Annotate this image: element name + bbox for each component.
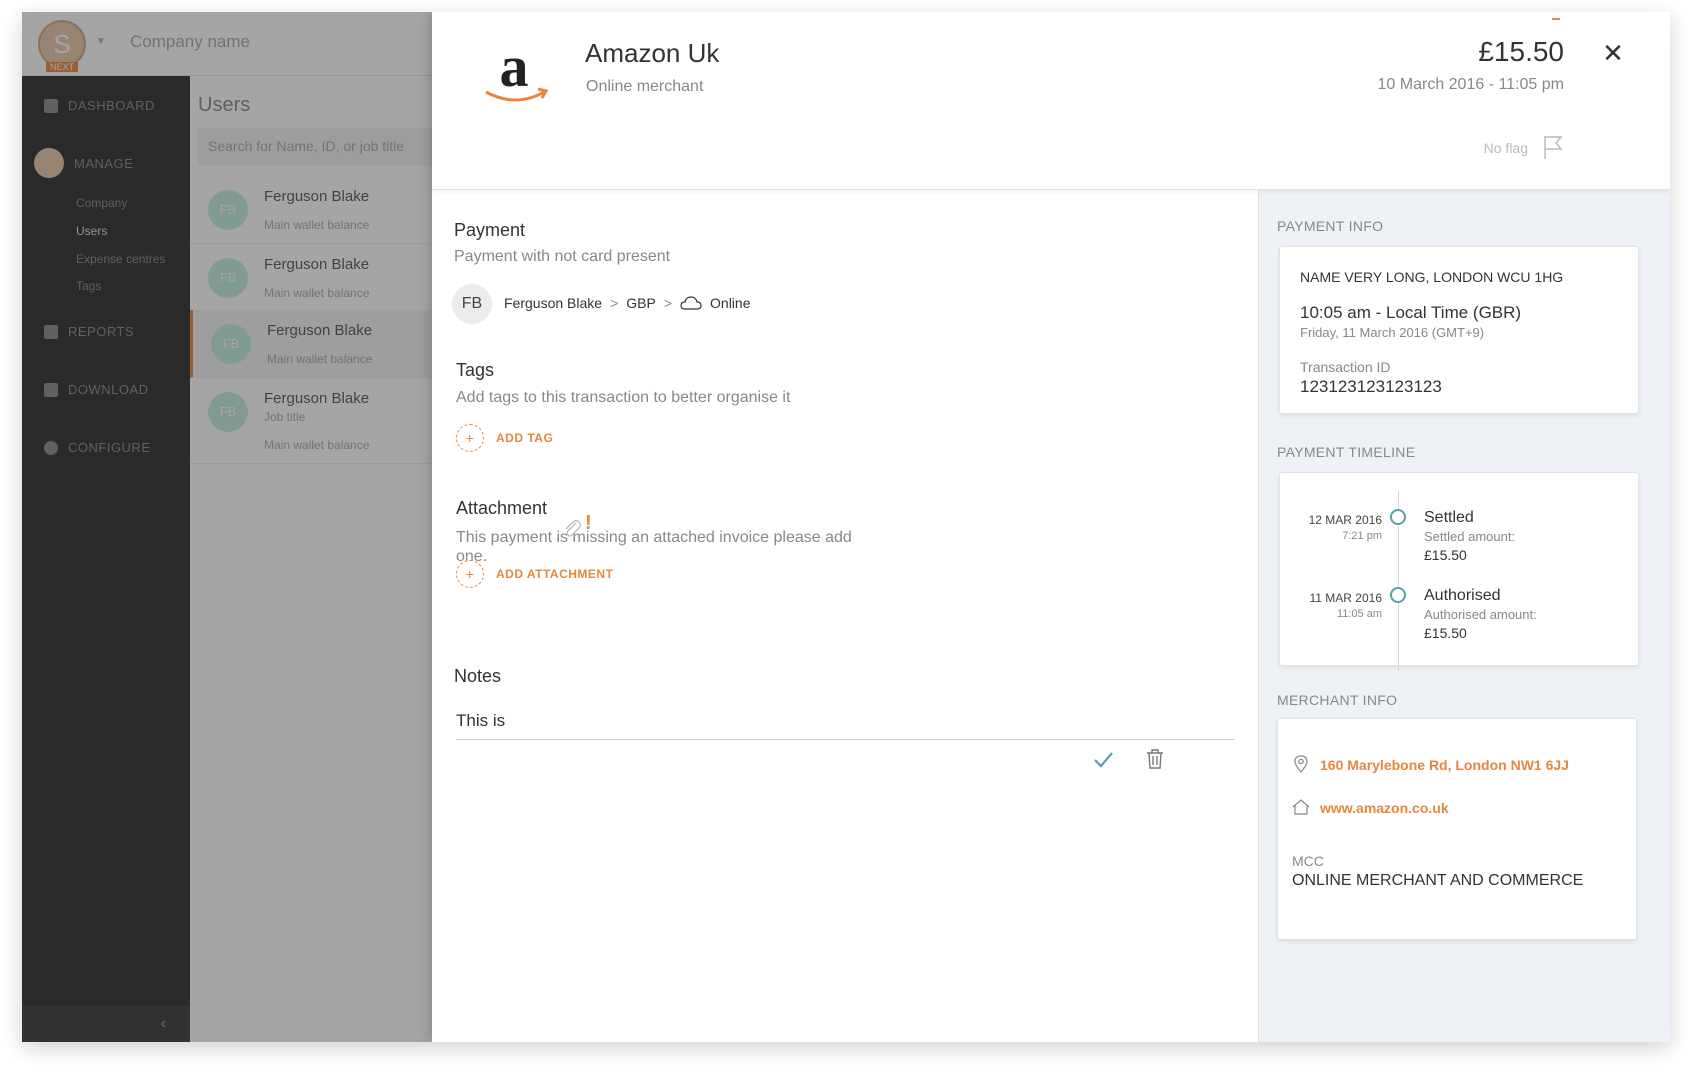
detail-header: a Amazon Uk Online merchant £15.50 10 Ma… — [432, 12, 1670, 190]
plus-icon: + — [456, 424, 484, 452]
mcc-label: MCC — [1292, 853, 1324, 869]
transaction-amount: £15.50 — [1478, 36, 1564, 67]
timeline-time: 7:21 pm — [1342, 530, 1382, 542]
payment-timeline-label: PAYMENT TIMELINE — [1277, 444, 1416, 460]
payment-info-name: NAME VERY LONG, LONDON WCU 1HG — [1300, 269, 1564, 285]
merchant-type: Online merchant — [586, 78, 704, 95]
tags-title: Tags — [456, 360, 495, 380]
transaction-detail-panel: a Amazon Uk Online merchant £15.50 10 Ma… — [432, 12, 1670, 1042]
timeline-amount-label: Settled amount: — [1424, 529, 1516, 544]
payment-info-card: NAME VERY LONG, LONDON WCU 1HG 10:05 am … — [1279, 246, 1639, 414]
mcc-value: ONLINE MERCHANT AND COMMERCE — [1292, 872, 1584, 889]
add-tag-label: ADD TAG — [496, 431, 554, 445]
notes-title: Notes — [454, 666, 502, 686]
transaction-id-label: Transaction ID — [1300, 359, 1391, 375]
timeline-date: 12 MAR 2016 — [1308, 513, 1382, 527]
transaction-id: 123123123123123 — [1300, 377, 1442, 396]
payment-timeline-card: 12 MAR 2016 7:21 pm Settled Settled amou… — [1279, 472, 1639, 671]
timeline-time: 11:05 am — [1336, 608, 1382, 620]
timeline-amount-label: Authorised amount: — [1424, 607, 1537, 622]
crumb-separator: > — [610, 295, 619, 311]
avatar: FB — [452, 284, 492, 324]
timeline-status: Authorised — [1424, 587, 1501, 604]
merchant-logo-letter: a — [499, 34, 529, 99]
location-pin-icon — [1294, 755, 1308, 773]
trash-icon[interactable] — [1144, 748, 1166, 770]
home-icon — [1292, 799, 1310, 815]
crumb-user[interactable]: Ferguson Blake — [504, 295, 602, 311]
timeline-amount: £15.50 — [1424, 625, 1467, 641]
tags-subtitle: Add tags to this transaction to better o… — [456, 389, 791, 406]
check-icon[interactable] — [1092, 748, 1114, 770]
crumb-separator: > — [663, 295, 673, 311]
modal-overlay[interactable] — [22, 12, 432, 1042]
background-app: S NEXT ▼ Company name DASHBOARD MANAGE C… — [22, 12, 438, 1042]
cloud-icon — [680, 296, 702, 310]
payment-date-line: Friday, 11 March 2016 (GMT+9) — [1300, 325, 1485, 340]
timeline-amount: £15.50 — [1424, 547, 1467, 563]
merchant-name: Amazon Uk — [585, 38, 720, 68]
payment-local-time: 10:05 am - Local Time (GBR) — [1300, 303, 1522, 322]
close-button[interactable]: ✕ — [1600, 40, 1626, 66]
info-sidebar: PAYMENT INFO NAME VERY LONG, LONDON WCU … — [1258, 190, 1670, 1042]
payment-breadcrumb: Ferguson Blake > GBP > Online — [504, 295, 750, 311]
merchant-info-label: MERCHANT INFO — [1277, 692, 1398, 708]
merchant-info-card: 160 Marylebone Rd, London NW1 6JJ www.am… — [1277, 718, 1637, 940]
attachment-title: Attachment — [456, 498, 548, 518]
add-tag-button[interactable]: + ADD TAG — [456, 424, 553, 452]
transaction-date: 10 March 2016 - 11:05 pm — [1377, 76, 1564, 93]
smile-arrow-icon — [485, 87, 549, 102]
crumb-channel[interactable]: Online — [710, 295, 750, 311]
timeline-dot — [1390, 587, 1406, 603]
app-window: S NEXT ▼ Company name DASHBOARD MANAGE C… — [22, 12, 1670, 1042]
payment-info-label: PAYMENT INFO — [1277, 218, 1384, 234]
merchant-website-link[interactable]: www.amazon.co.uk — [1320, 800, 1449, 816]
timeline-date: 11 MAR 2016 — [1309, 591, 1383, 605]
plus-icon: + — [456, 560, 484, 588]
crumb-currency[interactable]: GBP — [626, 295, 656, 311]
merchant-address-link[interactable]: 160 Marylebone Rd, London NW1 6JJ — [1320, 757, 1569, 773]
payment-title: Payment — [454, 220, 526, 240]
notes-input[interactable] — [456, 702, 1234, 740]
payment-subtitle: Payment with not card present — [454, 248, 671, 265]
add-attachment-button[interactable]: + ADD ATTACHMENT — [456, 560, 613, 588]
timeline-status: Settled — [1424, 509, 1474, 526]
flag-icon[interactable] — [1542, 134, 1564, 160]
flag-status: No flag — [1483, 140, 1528, 156]
accent-mark — [1552, 18, 1560, 20]
timeline-dot — [1390, 509, 1406, 525]
merchant-logo: a — [482, 34, 552, 102]
add-attachment-label: ADD ATTACHMENT — [496, 567, 614, 581]
detail-main: Payment Payment with not card present FB… — [432, 190, 1258, 1042]
